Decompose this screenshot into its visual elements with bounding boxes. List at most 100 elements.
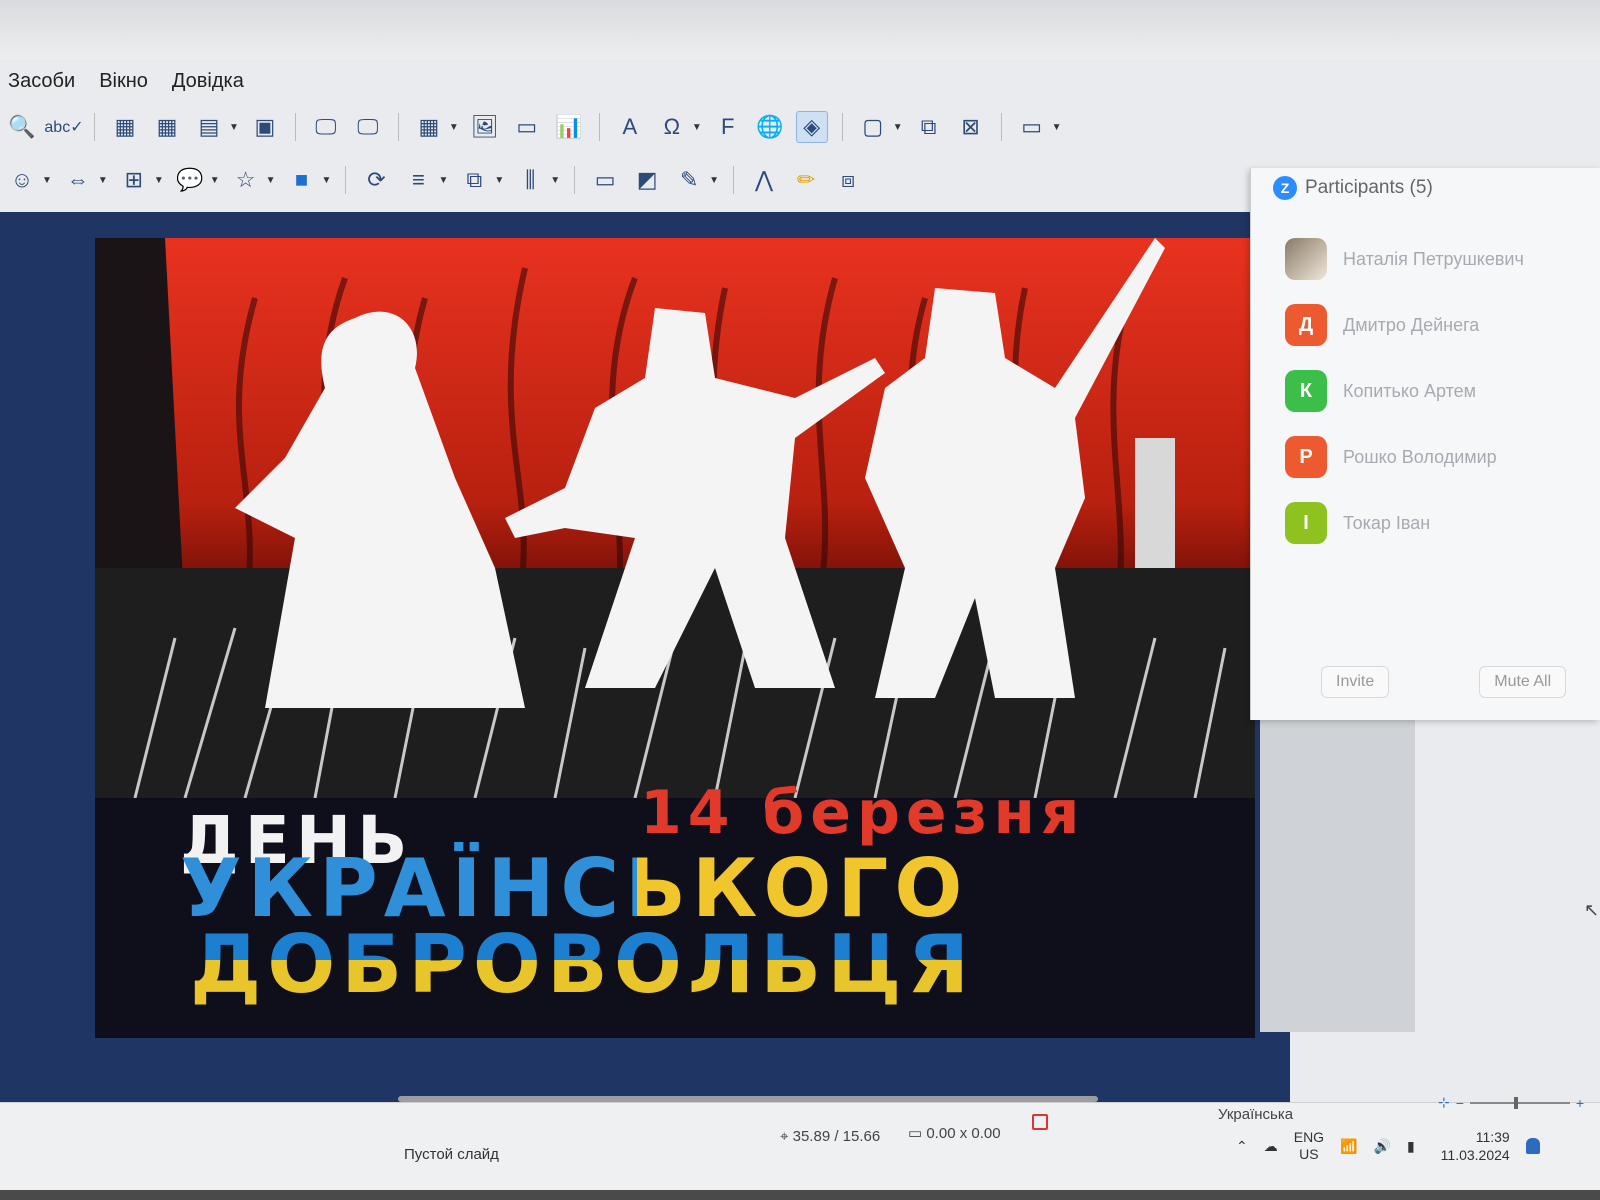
glue-points-icon[interactable]: ✏ xyxy=(790,164,822,196)
arrows-icon[interactable]: ⇔ xyxy=(62,164,94,196)
participants-list: Наталія Петрушкевич Д Дмитро Дейнега К К… xyxy=(1285,226,1600,556)
mute-all-button[interactable]: Mute All xyxy=(1479,666,1567,698)
grid-icon[interactable]: ▦ xyxy=(109,111,141,143)
system-clock[interactable]: 11:39 11.03.2024 xyxy=(1441,1128,1510,1164)
chevron-down-icon[interactable]: ▼ xyxy=(266,175,276,186)
callout-icon[interactable]: 💬 xyxy=(174,164,206,196)
chevron-down-icon[interactable]: ▼ xyxy=(550,175,560,186)
invite-button[interactable]: Invite xyxy=(1321,666,1390,698)
status-language[interactable]: Українська xyxy=(1218,1106,1293,1123)
insert-image-icon[interactable]: 🖼 xyxy=(469,111,501,143)
zoom-knob[interactable] xyxy=(1513,1096,1518,1109)
filter-icon[interactable]: ✎ xyxy=(673,164,705,196)
participant-name: Токар Іван xyxy=(1343,512,1431,533)
crop-icon[interactable]: ◩ xyxy=(631,164,663,196)
participant-item[interactable]: Р Рошко Володимир xyxy=(1285,424,1600,490)
start-current-slide-icon[interactable]: 🖵 xyxy=(352,111,384,143)
chevron-down-icon[interactable]: ▼ xyxy=(692,122,702,133)
special-character-icon[interactable]: Ω xyxy=(656,111,688,143)
participants-title: Participants (5) xyxy=(1305,177,1433,198)
menu-tools[interactable]: Засоби xyxy=(8,70,75,98)
clock-time: 11:39 xyxy=(1475,1129,1510,1145)
fit-slide-icon[interactable]: ⊹ xyxy=(1438,1094,1450,1111)
toggle-extrusion-icon[interactable]: ⧈ xyxy=(832,164,864,196)
chevron-down-icon[interactable]: ▼ xyxy=(210,175,220,186)
arrange-icon[interactable]: ⧉ xyxy=(458,164,490,196)
display-views-icon[interactable]: ▤ xyxy=(193,111,225,143)
input-language-region: US xyxy=(1299,1146,1319,1162)
insert-textbox-icon[interactable]: A xyxy=(614,111,646,143)
participant-item[interactable]: К Копитько Артем xyxy=(1285,358,1600,424)
points-icon[interactable]: ⋀ xyxy=(748,164,780,196)
participant-avatar-photo xyxy=(1285,238,1327,280)
chevron-down-icon[interactable]: ▼ xyxy=(893,122,903,133)
flowchart-icon[interactable]: ⊞ xyxy=(118,164,150,196)
align-icon[interactable]: ≡ xyxy=(402,164,434,196)
input-language-code: ENG xyxy=(1293,1129,1325,1145)
star-icon[interactable]: ☆ xyxy=(230,164,262,196)
insert-table-icon[interactable]: ▦ xyxy=(413,111,445,143)
drawing-toolbar: ☺ ▼ ⇔ ▼ ⊞ ▼ 💬 ▼ ☆ ▼ ■ ▼ ⟳ ≡ ▼ ⧉ ▼ ⫼ ▼ ▭ ◩ ✎ ▼ ⋀ ✏ … xyxy=(0,157,864,203)
participant-item[interactable]: Наталія Петрушкевич xyxy=(1285,226,1600,292)
master-slide-icon[interactable]: ▣ xyxy=(249,111,281,143)
notification-bell-icon[interactable] xyxy=(1525,1138,1540,1154)
find-replace-icon[interactable]: 🔍 xyxy=(6,111,38,143)
title-date: 14 березня xyxy=(640,778,1086,848)
zoom-logo-icon: Z xyxy=(1273,176,1297,200)
3d-object-icon[interactable]: ■ xyxy=(286,164,318,196)
chevron-down-icon[interactable]: ▼ xyxy=(709,175,719,186)
hyperlink-icon[interactable]: 🌐 xyxy=(754,111,786,143)
battery-icon[interactable]: ▮ xyxy=(1407,1138,1415,1155)
chevron-down-icon[interactable]: ▼ xyxy=(98,175,108,186)
chevron-down-icon[interactable]: ▼ xyxy=(154,175,164,186)
shapes-icon[interactable]: ◈ xyxy=(795,111,828,143)
wifi-icon[interactable]: 📶 xyxy=(1340,1138,1357,1155)
size-value: 0.00 x 0.00 xyxy=(926,1125,1001,1142)
shadow-icon[interactable]: ▭ xyxy=(589,164,621,196)
insert-media-icon[interactable]: ▭ xyxy=(511,111,543,143)
chevron-down-icon[interactable]: ▼ xyxy=(449,122,459,133)
new-slide-icon[interactable]: ▢ xyxy=(857,111,889,143)
toolbar-separator xyxy=(345,166,347,194)
show-hidden-icons-icon[interactable]: ⌃ xyxy=(1236,1138,1248,1155)
start-presentation-icon[interactable]: 🖵 xyxy=(310,111,342,143)
menu-help[interactable]: Довідка xyxy=(172,70,244,98)
slide-poster[interactable]: ДЕНЬ 14 березня УКРАЇНСЬКОГО ДОБРОВОЛЬЦЯ xyxy=(95,238,1255,1038)
volume-icon[interactable]: 🔊 xyxy=(1374,1138,1391,1155)
rotate-icon[interactable]: ⟳ xyxy=(360,164,392,196)
participant-item[interactable]: І Токар Іван xyxy=(1285,490,1600,556)
fontwork-icon[interactable]: F xyxy=(712,111,744,143)
position-value: 35.89 / 15.66 xyxy=(792,1128,881,1145)
insert-chart-icon[interactable]: 📊 xyxy=(553,111,585,143)
chevron-down-icon[interactable]: ▼ xyxy=(42,175,52,186)
participants-panel: Z Participants (5) Наталія Петрушкевич Д… xyxy=(1250,168,1600,720)
document-modified-icon[interactable] xyxy=(1032,1114,1048,1130)
menu-window[interactable]: Вікно xyxy=(99,70,148,98)
chevron-down-icon[interactable]: ▼ xyxy=(438,175,448,186)
participant-avatar: І xyxy=(1285,502,1327,544)
spellcheck-icon[interactable]: abc✓ xyxy=(44,111,83,143)
participant-avatar: Д xyxy=(1285,304,1327,346)
delete-slide-icon[interactable]: ⊠ xyxy=(955,111,987,143)
mouse-cursor-icon: ↖ xyxy=(1584,900,1600,920)
zoom-track[interactable] xyxy=(1469,1096,1570,1109)
distribute-icon[interactable]: ⫼ xyxy=(514,164,546,196)
participant-item[interactable]: Д Дмитро Дейнега xyxy=(1285,292,1600,358)
zoom-out-icon[interactable]: − xyxy=(1456,1095,1464,1111)
chevron-down-icon[interactable]: ▼ xyxy=(1052,122,1062,133)
status-slide-layout: Пустой слайд xyxy=(404,1146,499,1163)
zoom-in-icon[interactable]: + xyxy=(1576,1095,1584,1111)
chevron-down-icon[interactable]: ▼ xyxy=(229,122,239,133)
cloud-icon[interactable]: ☁ xyxy=(1264,1138,1278,1155)
zoom-slider[interactable]: ⊹ − + xyxy=(1438,1094,1584,1111)
duplicate-slide-icon[interactable]: ⧉ xyxy=(913,111,945,143)
chevron-down-icon[interactable]: ▼ xyxy=(322,175,332,186)
input-language[interactable]: ENG US xyxy=(1294,1129,1324,1163)
slide-layout-icon[interactable]: ▭ xyxy=(1016,111,1048,143)
chevron-down-icon[interactable]: ▼ xyxy=(494,175,504,186)
snap-grid-icon[interactable]: ▦ xyxy=(151,111,183,143)
toolbar-separator xyxy=(1000,113,1002,141)
smiley-icon[interactable]: ☺ xyxy=(6,164,38,196)
toolbar-separator xyxy=(598,113,600,141)
chimney-right xyxy=(1135,438,1175,578)
